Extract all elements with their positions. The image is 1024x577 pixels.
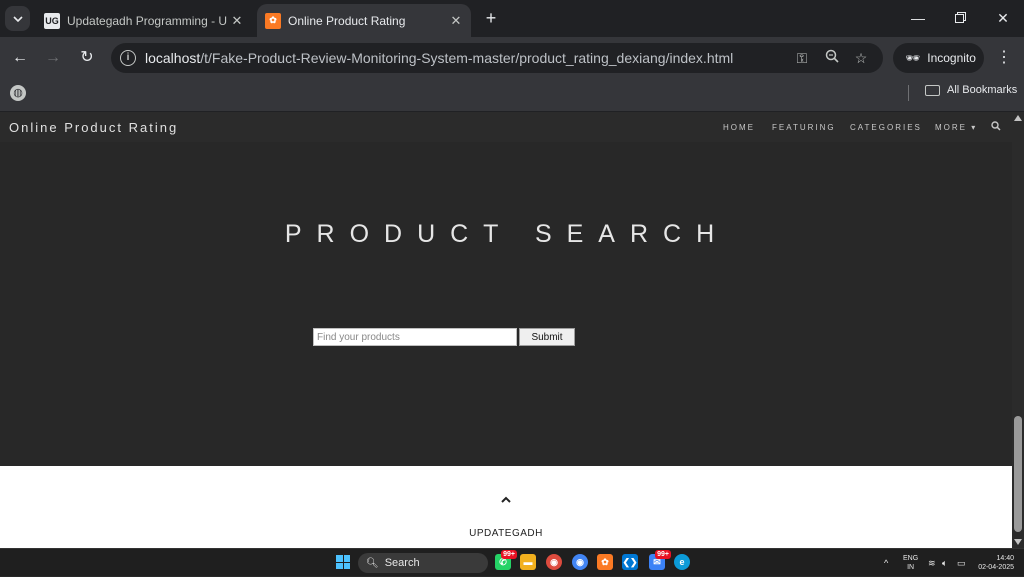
forward-button[interactable]: → <box>42 47 64 69</box>
search-icon: 🔍︎ <box>366 557 379 569</box>
site-info-icon[interactable]: i <box>120 50 136 66</box>
nav-categories[interactable]: CATEGORIES <box>850 123 922 132</box>
submit-button[interactable]: Submit <box>519 328 575 346</box>
volume-icon[interactable]: 🔈︎ <box>942 549 947 577</box>
wifi-icon[interactable]: ≋ <box>928 549 936 577</box>
chrome-incognito-icon[interactable]: ◉ <box>572 554 588 570</box>
chevron-down-icon <box>12 15 23 22</box>
scroll-down-icon[interactable] <box>1014 539 1022 545</box>
web-page: Online Product Rating HOME FEATURING CAT… <box>0 112 1012 548</box>
close-tab-icon[interactable]: ✕ <box>227 13 247 29</box>
bookmarks-bar: ◍ All Bookmarks <box>0 79 1024 112</box>
file-explorer-icon[interactable]: ▬ <box>520 554 536 570</box>
new-tab-button[interactable]: + <box>481 8 501 28</box>
close-window-button[interactable]: ✕ <box>993 8 1013 28</box>
restore-button[interactable] <box>950 8 970 28</box>
restore-icon <box>954 12 966 23</box>
page-scrollbar[interactable] <box>1012 112 1024 548</box>
incognito-label: Incognito <box>927 51 976 65</box>
all-bookmarks-button[interactable]: All Bookmarks <box>925 84 1017 96</box>
vscode-icon[interactable]: ❮❯ <box>622 554 638 570</box>
url-text[interactable]: localhost/t/Fake-Product-Review-Monitori… <box>145 50 733 66</box>
bookmarks-divider <box>908 85 909 101</box>
system-clock[interactable]: 14:40 02-04-2025 <box>974 554 1014 572</box>
clock-time: 14:40 <box>996 555 1014 562</box>
tab-search-button[interactable] <box>5 6 30 31</box>
nav-home[interactable]: HOME <box>723 123 755 132</box>
scroll-top-icon[interactable] <box>0 490 1012 508</box>
incognito-icon: 🕶 <box>905 51 921 65</box>
taskbar-search-label: Search <box>384 557 420 569</box>
mail-icon[interactable]: ✉ 99+ <box>649 550 671 570</box>
lang-region: IN <box>907 564 915 571</box>
address-bar[interactable]: i localhost/t/Fake-Product-Review-Monito… <box>111 43 883 73</box>
tab-online-product-rating[interactable]: ✿ Online Product Rating ✕ <box>257 4 471 37</box>
tab-title: Updategadh Programming - Upda <box>67 13 227 28</box>
notification-badge: 99+ <box>655 550 671 559</box>
footer-brand: UPDATEGADH <box>469 528 543 539</box>
globe-icon[interactable]: ◍ <box>10 85 26 101</box>
password-key-icon[interactable]: ⚿ <box>793 49 811 67</box>
whatsapp-icon[interactable]: ✆ 99+ <box>495 550 517 570</box>
nav-more[interactable]: MORE ▾ <box>935 123 977 132</box>
bookmark-star-icon[interactable]: ☆ <box>852 49 870 67</box>
zoom-icon[interactable] <box>823 49 841 67</box>
product-search-form: Submit <box>313 328 575 346</box>
minimize-button[interactable]: — <box>908 8 928 28</box>
folder-icon <box>925 84 940 96</box>
windows-start-icon[interactable] <box>336 555 350 569</box>
xampp-icon[interactable]: ✿ <box>597 554 613 570</box>
windows-taskbar: 🔍︎ Search ✆ 99+ ▬ ◉ ◉ ✿ ❮❯ ✉ 99+ e ^ ENG I… <box>0 548 1024 576</box>
incognito-indicator[interactable]: 🕶 Incognito <box>893 43 984 73</box>
site-navbar: Online Product Rating HOME FEATURING CAT… <box>0 112 1012 142</box>
browser-toolbar: ← → ↻ i localhost/t/Fake-Product-Review-… <box>0 37 1024 79</box>
taskbar-search[interactable]: 🔍︎ Search <box>358 553 488 573</box>
close-tab-icon[interactable]: ✕ <box>446 13 466 29</box>
product-search-input[interactable] <box>313 328 517 346</box>
notification-badge: 99+ <box>501 550 517 559</box>
nav-featuring[interactable]: FEATURING <box>772 123 836 132</box>
xampp-favicon-icon: ✿ <box>265 12 281 29</box>
battery-icon[interactable]: ▭ <box>957 549 966 577</box>
scroll-up-icon[interactable] <box>1014 115 1022 121</box>
browser-tab-strip: UG Updategadh Programming - Upda ✕ ✿ Onl… <box>0 0 1024 37</box>
hero-title: PRODUCT SEARCH <box>284 220 730 248</box>
language-indicator[interactable]: ENG IN <box>903 554 918 572</box>
back-button[interactable]: ← <box>9 47 31 69</box>
site-footer: UPDATEGADH <box>0 466 1012 548</box>
edge-icon[interactable]: e <box>674 554 690 570</box>
reload-button[interactable]: ↻ <box>76 47 98 69</box>
show-hidden-icons[interactable]: ^ <box>884 549 888 577</box>
site-brand[interactable]: Online Product Rating <box>9 120 178 135</box>
chrome-icon[interactable]: ◉ <box>546 554 562 570</box>
lang-code: ENG <box>903 555 919 562</box>
search-icon[interactable] <box>991 121 1001 131</box>
clock-date: 02-04-2025 <box>978 564 1014 571</box>
updategadh-favicon-icon: UG <box>44 12 60 29</box>
scrollbar-thumb[interactable] <box>1014 416 1022 532</box>
tab-title: Online Product Rating <box>288 13 406 28</box>
tab-updategadh[interactable]: UG Updategadh Programming - Upda ✕ <box>36 4 252 37</box>
browser-menu-icon[interactable]: ⋮ <box>994 47 1014 69</box>
all-bookmarks-label: All Bookmarks <box>947 84 1018 96</box>
